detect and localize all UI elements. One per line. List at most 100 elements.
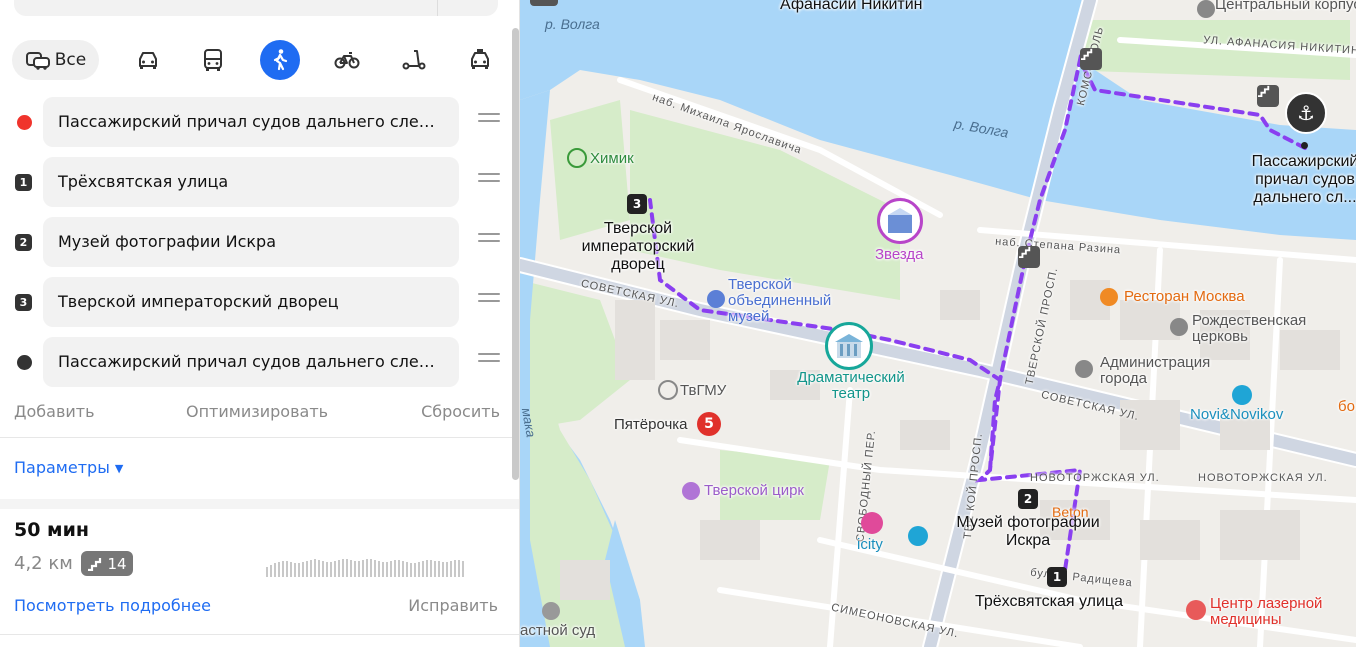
parameters-toggle[interactable]: Параметры ▼ [14,458,123,477]
waypoint-3-field[interactable]: Тверской императорский дворец [43,277,459,327]
panel-scrollbar[interactable] [512,28,519,480]
waypoint-1: 1 Трёхсвятская улица [0,156,519,208]
elevation-bar [322,561,324,577]
theatre-icon[interactable] [825,322,873,370]
elevation-bar [374,560,376,577]
map-label-volga: р. Волга [545,16,600,32]
park-area [550,100,630,240]
elevation-bar [342,559,344,577]
elevation-bar [378,561,380,577]
fix-route-link[interactable]: Исправить [408,596,498,615]
map-canvas[interactable]: р. Волга р. Волга мака наб. Михаила Ярос… [520,0,1356,647]
mode-taxi-button[interactable] [460,40,500,80]
waypoint-start: Пассажирский причал судов дальнего следо… [0,96,519,148]
stairs-icon [1019,246,1031,258]
anchor-icon[interactable]: ⚓ [1285,92,1327,134]
waypoint-1-map-marker[interactable]: 1 [1047,567,1067,587]
church-icon[interactable] [1170,318,1188,336]
add-waypoint-button[interactable]: Добавить [14,402,95,421]
elevation-bar [402,561,404,577]
elevation-bar [394,560,396,577]
optimize-button[interactable]: Оптимизировать [186,402,328,421]
elevation-bar [270,565,272,577]
waypoint-number-marker: 2 [15,234,32,251]
mode-bike-button[interactable] [327,40,367,80]
waypoint-2-map-marker[interactable]: 2 [1018,489,1038,509]
medical-icon[interactable] [1186,600,1206,620]
elevation-bar [414,563,416,577]
reset-button[interactable]: Сбросить [421,402,500,421]
route-panel: Все Пассажирский причал судов дальнего с… [0,0,520,647]
poi-label-restaurant: Ресторан Москва [1124,288,1245,305]
waypoint-end-field[interactable]: Пассажирский причал судов дальнего следо… [43,337,459,387]
waypoint-number-marker: 1 [15,174,32,191]
icity-icon[interactable] [861,512,883,534]
stairs-icon [1258,85,1270,97]
poi-label-khimik: Химик [590,150,634,167]
poi-label-wp2: Музей фотографии Искра [956,514,1100,549]
elevation-bar [350,560,352,577]
route-endpoint-dot [1301,142,1308,149]
elevation-bar [362,560,364,577]
taxi-icon [471,49,489,69]
view-details-link[interactable]: Посмотреть подробнее [14,596,211,615]
drag-handle-icon[interactable] [478,353,500,371]
drag-handle-icon[interactable] [478,173,500,191]
stadium-icon[interactable] [567,148,587,168]
mode-car-button[interactable] [128,40,168,80]
clothing-store-icon[interactable] [1232,385,1252,405]
elevation-bar [334,561,336,577]
waypoint-start-field[interactable]: Пассажирский причал судов дальнего следо… [43,97,459,147]
search-field-top[interactable] [14,0,498,16]
elevation-bar [298,563,300,577]
waypoint-3-map-marker[interactable]: 3 [627,194,647,214]
stairs-icon [88,557,102,571]
restaurant-icon[interactable] [1100,288,1118,306]
elevation-bar [306,561,308,577]
elevation-bar [410,563,412,577]
elevation-bar [318,560,320,577]
mode-walk-button[interactable] [260,40,300,80]
waypoint-end: Пассажирский причал судов дальнего следо… [0,336,519,388]
poi-label-circus: Тверской цирк [704,482,804,499]
elevation-bar [314,559,316,577]
admin-icon[interactable] [1075,360,1093,378]
elevation-bar [426,560,428,577]
poi-label-admin: Администрация города [1100,354,1211,387]
mode-bus-button[interactable] [193,40,233,80]
drag-handle-icon[interactable] [478,233,500,251]
elevation-bar [338,560,340,577]
poi-label-central-corpus: Центральный корпус [1215,0,1356,13]
cinema-zvezda-icon[interactable] [877,198,923,244]
car-bus-icon [25,52,50,70]
court-icon[interactable] [542,602,560,620]
pyaterochka-icon[interactable]: 5 [697,412,721,436]
waypoint-2: 2 Музей фотографии Искра [0,216,519,268]
university-icon[interactable] [658,380,678,400]
poi-label-start: Пассажирский причал судов дальнего сл... [1251,153,1356,206]
mode-scooter-button[interactable] [394,40,434,80]
poi-label-court: астной суд [520,622,596,639]
mode-all-button[interactable]: Все [12,40,99,80]
waypoint-2-field[interactable]: Музей фотографии Искра [43,217,459,267]
poi-label-afanasy: Афанасий Никитин [780,0,923,13]
street-label-novotorzhskaya: НОВОТОРЖСКАЯ УЛ. [1030,472,1160,484]
waypoint-1-field[interactable]: Трёхсвятская улица [43,157,459,207]
poi-label-pyaterochka: Пятёрочка [614,416,688,433]
poi-label-united-museum: Тверской объединенный музей [728,276,832,325]
circus-icon[interactable] [682,482,700,500]
drag-handle-icon[interactable] [478,113,500,131]
drag-handle-icon[interactable] [478,293,500,311]
poi-label-wp1: Трёхсвятская улица [975,593,1123,610]
end-marker-icon [17,355,32,370]
building-icon[interactable] [1197,0,1215,18]
clothing-store-icon[interactable] [908,526,928,546]
museum-icon[interactable] [707,290,725,308]
poi-label-wp3: Тверской императорский дворец [581,220,695,273]
elevation-bar [442,562,444,577]
elevation-bar [354,561,356,577]
map-control-button[interactable] [530,0,558,6]
elevation-bar [310,560,312,577]
transport-mode-bar: Все [12,40,502,80]
poi-label-zvezda: Звезда [875,246,924,263]
